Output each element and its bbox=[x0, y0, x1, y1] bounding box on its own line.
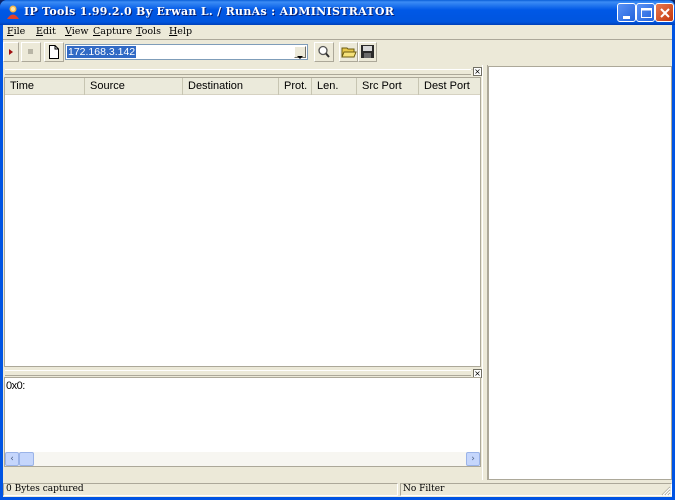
scroll-right-button[interactable]: › bbox=[466, 452, 480, 466]
menu-file-accel: F bbox=[7, 26, 14, 37]
scroll-left-button[interactable]: ‹ bbox=[5, 452, 19, 466]
maximize-icon bbox=[641, 8, 652, 18]
menu-file[interactable]: File bbox=[7, 26, 25, 37]
menu-capture[interactable]: Capture bbox=[93, 26, 132, 37]
minimize-button[interactable] bbox=[617, 3, 636, 22]
menu-tools-label: ools bbox=[141, 26, 161, 37]
menu-file-label: ile bbox=[13, 26, 26, 37]
menu-edit[interactable]: Edit bbox=[36, 26, 56, 37]
address-combobox[interactable]: 172.168.3.142 bbox=[65, 44, 308, 60]
stop-capture-button[interactable] bbox=[21, 42, 41, 62]
minimize-icon bbox=[623, 16, 630, 19]
column-header-src-port[interactable]: Src Port bbox=[357, 78, 419, 95]
menu-help-label: elp bbox=[177, 26, 193, 37]
column-header-source[interactable]: Source bbox=[85, 78, 183, 95]
details-pane[interactable] bbox=[488, 66, 672, 480]
client-area: File Edit View Capture Tools Help 172.16… bbox=[3, 25, 672, 497]
title-bar[interactable]: IP Tools 1.99.2.0 By Erwan L. / RunAs : … bbox=[0, 0, 675, 25]
menu-edit-accel: E bbox=[36, 26, 43, 37]
address-input[interactable]: 172.168.3.142 bbox=[67, 46, 137, 58]
hex-view[interactable]: 0x0: ‹ › bbox=[4, 377, 481, 467]
close-icon: × bbox=[474, 67, 481, 76]
menu-view-accel: V bbox=[65, 26, 72, 37]
hex-offset-text: 0x0: bbox=[6, 380, 25, 392]
scroll-thumb[interactable] bbox=[19, 452, 34, 466]
packet-pane-header[interactable] bbox=[5, 69, 471, 75]
menu-tools[interactable]: Tools bbox=[136, 26, 161, 37]
play-icon bbox=[9, 49, 13, 55]
menu-edit-label: dit bbox=[42, 26, 56, 37]
open-folder-icon bbox=[341, 47, 357, 58]
horizontal-scrollbar[interactable]: ‹ › bbox=[5, 452, 480, 466]
stop-icon bbox=[28, 49, 33, 54]
resize-grip-icon[interactable] bbox=[660, 485, 671, 496]
column-header-destination[interactable]: Destination bbox=[183, 78, 279, 95]
window-title: IP Tools 1.99.2.0 By Erwan L. / RunAs : … bbox=[24, 5, 395, 18]
menu-view-label: iew bbox=[71, 26, 89, 37]
menu-capture-label: apture bbox=[100, 26, 133, 37]
toolbar: 172.168.3.142 bbox=[3, 41, 672, 65]
column-header-protocol[interactable]: Prot. bbox=[279, 78, 312, 95]
status-bar: 0 Bytes captured No Filter bbox=[3, 482, 672, 497]
chevron-right-icon: › bbox=[471, 454, 475, 464]
save-button[interactable] bbox=[358, 42, 377, 62]
hex-pane-header[interactable] bbox=[5, 370, 471, 376]
magnifier-icon bbox=[318, 45, 330, 58]
packet-list-header: Time Source Destination Prot. Len. Src P… bbox=[5, 78, 480, 95]
chevron-left-icon: ‹ bbox=[10, 454, 14, 464]
column-header-dest-port[interactable]: Dest Port bbox=[419, 78, 480, 95]
search-button[interactable] bbox=[314, 42, 334, 62]
new-button[interactable] bbox=[44, 42, 64, 62]
close-button[interactable] bbox=[655, 3, 674, 22]
maximize-button[interactable] bbox=[636, 3, 655, 22]
menu-separator bbox=[3, 39, 672, 40]
open-button[interactable] bbox=[339, 42, 358, 62]
menu-bar: File Edit View Capture Tools Help bbox=[3, 25, 672, 40]
address-dropdown-button[interactable] bbox=[294, 46, 306, 59]
close-icon bbox=[660, 8, 670, 18]
floppy-save-icon bbox=[361, 45, 374, 58]
column-header-length[interactable]: Len. bbox=[312, 78, 357, 95]
chevron-down-icon bbox=[297, 56, 303, 59]
app-window: IP Tools 1.99.2.0 By Erwan L. / RunAs : … bbox=[0, 0, 675, 500]
menu-help[interactable]: Help bbox=[169, 26, 192, 37]
menu-view[interactable]: View bbox=[65, 26, 89, 37]
packet-list[interactable]: Time Source Destination Prot. Len. Src P… bbox=[4, 77, 481, 367]
app-icon bbox=[7, 5, 19, 19]
status-bytes-captured: 0 Bytes captured bbox=[3, 483, 398, 496]
start-capture-button[interactable] bbox=[3, 42, 19, 62]
status-filter: No Filter bbox=[400, 483, 672, 496]
column-header-time[interactable]: Time bbox=[5, 78, 85, 95]
new-document-icon bbox=[49, 45, 59, 59]
packet-pane-close-button[interactable]: × bbox=[473, 67, 482, 76]
